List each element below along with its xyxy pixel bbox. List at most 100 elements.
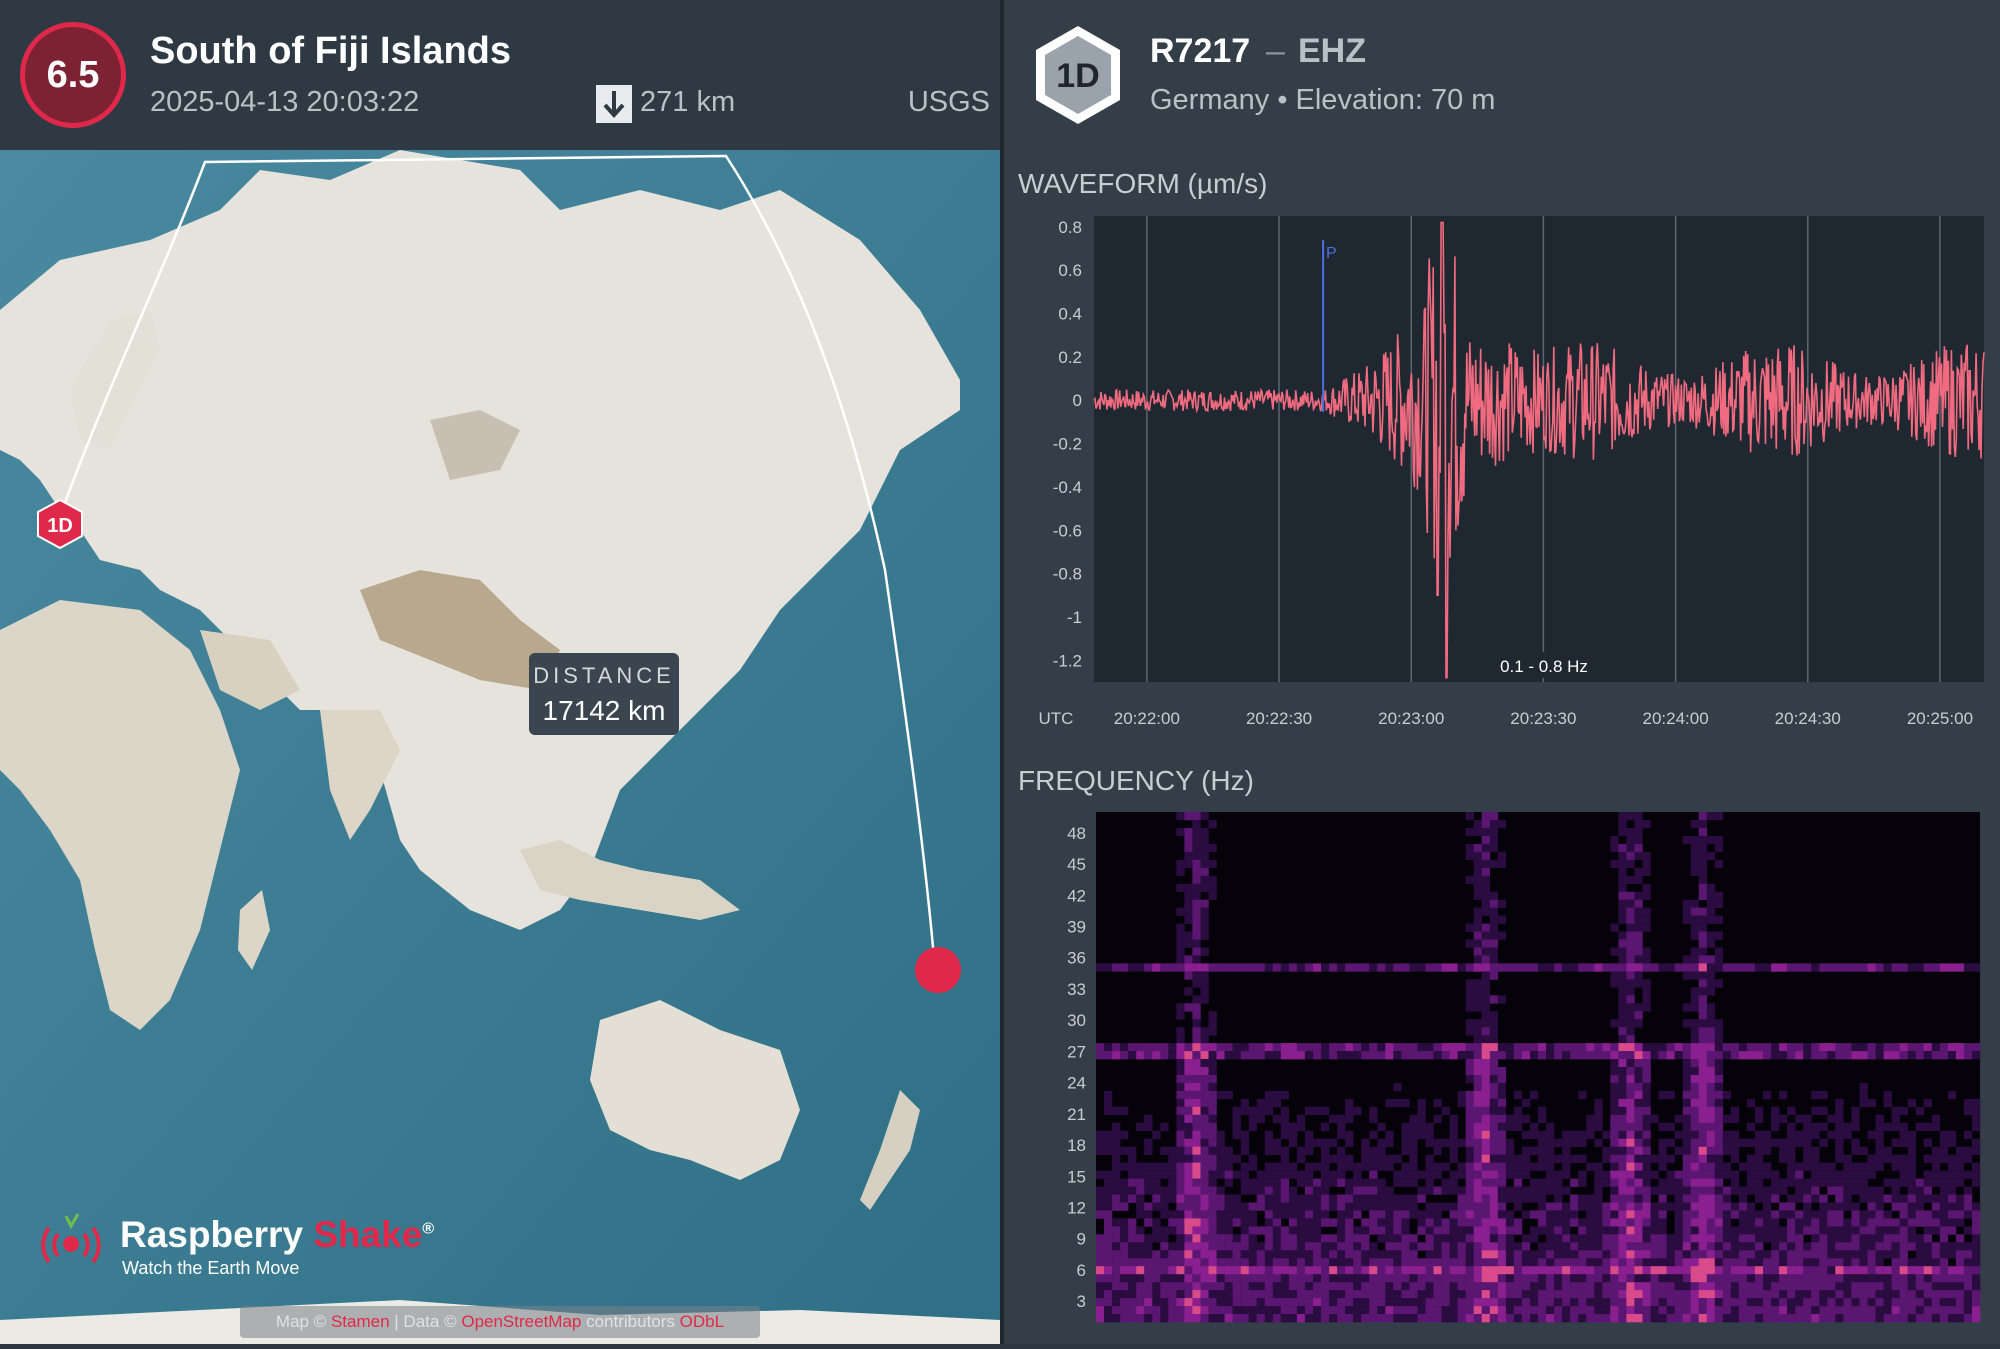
spectrogram-cell <box>1425 1298 1434 1307</box>
spectrogram-cell <box>1835 1114 1844 1124</box>
waveform-chart[interactable]: 0.8 0.6 0.4 0.2 0 -0.2 -0.4 -0.6 -0.8 -1 -1.2 20:2… <box>1004 200 2000 740</box>
spectrogram-cell <box>1618 1106 1627 1116</box>
spectrogram-cell <box>1200 1162 1209 1171</box>
spectrogram-cell <box>1642 987 1651 996</box>
spectrogram-cell <box>1280 1194 1290 1203</box>
spectrogram-cell <box>1578 1194 1587 1203</box>
spectrogram-cell <box>1184 1186 1193 1195</box>
spectrogram-cell <box>1963 1274 1973 1283</box>
spectrogram-cell <box>1907 1186 1916 1195</box>
stamen-link[interactable]: Stamen <box>331 1312 390 1332</box>
spectrogram-cell <box>1240 963 1249 972</box>
spectrogram-cell <box>1497 1075 1507 1084</box>
odbl-link[interactable]: ODbL <box>680 1312 724 1332</box>
spectrogram-cell <box>1690 1051 1699 1060</box>
epicenter-marker[interactable] <box>915 947 961 993</box>
spectrogram-cell <box>1304 1314 1314 1323</box>
spectrogram-cell <box>1457 1226 1466 1235</box>
spectrogram-chart[interactable]: 48 45 42 39 36 33 30 27 24 21 18 15 12 9 6 3 <box>1004 800 2000 1344</box>
spectrogram-cell <box>1425 1218 1434 1227</box>
spectrogram-cell <box>1112 1290 1121 1299</box>
spectrogram-cell <box>1096 1298 1105 1307</box>
raspberry-shake-logo[interactable]: Raspberry Shake® Watch the Earth Move <box>36 1206 434 1278</box>
spectrogram-cell <box>1931 1146 1941 1155</box>
waveform-svg[interactable]: 0.80.60.40.20-0.2-0.4-0.6-0.8-1-1.2 20:2… <box>1004 200 2000 740</box>
spectrogram-cell <box>1465 1170 1474 1179</box>
spectrogram-cell <box>1433 1314 1442 1323</box>
spectrogram-cell <box>1634 915 1643 924</box>
spectrogram-cell <box>1714 1082 1724 1092</box>
map-canvas[interactable]: 1D <box>0 150 1000 1344</box>
spectrogram-cell <box>1843 1202 1852 1211</box>
spectrogram-cell <box>1473 1114 1482 1124</box>
spectrogram-cell <box>1409 1122 1418 1132</box>
spectrogram-cell <box>1240 1202 1249 1211</box>
spectrogram-cell <box>1586 1298 1595 1307</box>
spectrogram-cell <box>1578 1242 1587 1251</box>
spectrogram-cell <box>1586 1226 1595 1235</box>
spectrogram-cell <box>1096 1138 1105 1147</box>
spectrogram-svg[interactable]: 48454239363330272421181512963 <box>1004 800 2000 1344</box>
station-channel: EHZ <box>1298 32 1366 70</box>
spectrogram-cell <box>1120 1130 1129 1140</box>
spectrogram-cell <box>1835 1138 1844 1147</box>
spectrogram-cell <box>1313 1138 1322 1147</box>
spectrogram-cell <box>1497 1274 1507 1283</box>
spectrogram-cell <box>1650 1210 1659 1219</box>
spectrogram-cell <box>1329 1218 1338 1227</box>
spectrogram-cell <box>1433 1306 1442 1315</box>
spectrogram-cell <box>1706 1170 1716 1179</box>
spectrogram-cell <box>1746 1298 1756 1307</box>
spectrogram-cell <box>1353 1290 1362 1299</box>
spectrogram-cell <box>1819 1202 1828 1211</box>
x-tick-label: 20:23:00 <box>1378 709 1444 728</box>
spectrogram-cell <box>1722 1130 1732 1140</box>
spectrogram-cell <box>1827 1114 1836 1124</box>
spectrogram-cell <box>1345 1266 1354 1275</box>
spectrogram-cell <box>1505 1234 1515 1243</box>
spectrogram-cell <box>1513 1114 1523 1124</box>
world-map[interactable]: 1D <box>0 150 1000 1344</box>
spectrogram-cell <box>1345 1154 1354 1163</box>
spectrogram-cell <box>1923 1306 1932 1315</box>
spectrogram-cell <box>1401 1138 1410 1147</box>
spectrogram-cell <box>1288 1194 1298 1203</box>
spectrogram-cell <box>1819 1266 1828 1275</box>
spectrogram-cell <box>1634 1154 1643 1163</box>
spectrogram-cell <box>1634 1314 1643 1323</box>
spectrogram-cell <box>1152 1194 1161 1203</box>
spectrogram-cell <box>1184 987 1193 996</box>
openstreetmap-link[interactable]: OpenStreetMap <box>461 1312 581 1332</box>
spectrogram-cell <box>1393 1298 1402 1307</box>
spectrogram-cell <box>1891 1106 1900 1116</box>
spectrogram-cell <box>1698 979 1707 988</box>
spectrogram-cell <box>1481 987 1490 996</box>
spectrogram-cell <box>1337 1170 1346 1179</box>
spectrogram-cell <box>1433 1146 1442 1155</box>
spectrogram-cell <box>1104 1146 1113 1155</box>
spectrogram-cell <box>1570 1218 1579 1227</box>
spectrogram-cell <box>1787 1122 1796 1132</box>
spectrogram-cell <box>1216 1242 1225 1251</box>
spectrogram-cell <box>1963 1250 1973 1259</box>
spectrogram-cell <box>1972 963 1981 972</box>
spectrogram-cell <box>1401 1146 1410 1155</box>
spectrogram-cell <box>1288 1051 1298 1060</box>
spectrogram-cell <box>1497 1098 1507 1108</box>
spectrogram-cell <box>1594 1186 1603 1195</box>
spectrogram-cell <box>1570 1290 1579 1299</box>
spectrogram-cell <box>1288 1282 1298 1291</box>
spectrogram-cell <box>1843 1258 1852 1267</box>
spectrogram-cell <box>1618 1122 1627 1132</box>
spectrogram-cell <box>1280 1130 1290 1140</box>
spectrogram-cell <box>1112 1154 1121 1163</box>
spectrogram-cell <box>1160 1122 1169 1132</box>
spectrogram-cell <box>1642 1242 1651 1251</box>
spectrogram-cell <box>1192 1178 1201 1187</box>
spectrogram-cell <box>1513 1274 1523 1283</box>
spectrogram-cell <box>1417 1210 1426 1219</box>
spectrogram-cell <box>1176 1082 1185 1092</box>
spectrogram-cell <box>1353 1258 1362 1267</box>
spectrogram-cell <box>1473 859 1482 869</box>
spectrogram-cell <box>1634 1186 1643 1195</box>
